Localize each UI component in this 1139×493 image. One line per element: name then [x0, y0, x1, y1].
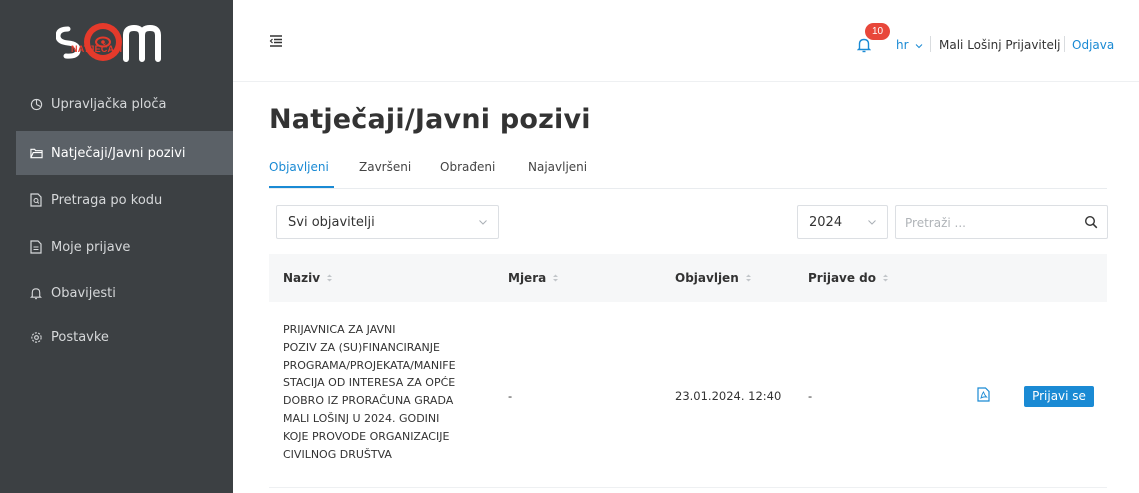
- tab-announced[interactable]: Najavljeni: [528, 160, 587, 174]
- divider: [1064, 36, 1065, 52]
- tab-bar: Objavljeni Završeni Obrađeni Najavljeni: [269, 157, 1107, 189]
- sort-icon: [883, 274, 889, 282]
- sort-icon: [327, 274, 333, 282]
- search-icon[interactable]: [1084, 215, 1098, 229]
- sort-icon: [553, 274, 559, 282]
- tab-processed[interactable]: Obrađeni: [440, 160, 495, 174]
- notification-bell-icon[interactable]: [857, 37, 871, 53]
- sidebar-item-dashboard[interactable]: Upravljačka ploča: [0, 82, 233, 126]
- tab-published[interactable]: Objavljeni: [269, 160, 329, 174]
- chevron-down-icon: [479, 220, 487, 225]
- publisher-select-value: Svi objavitelji: [288, 215, 375, 230]
- sidebar-item-label: Moje prijave: [51, 239, 131, 255]
- tender-name[interactable]: PRIJAVNICA ZA JAVNI POZIV ZA (SU)FINANCI…: [283, 321, 483, 463]
- sidebar-item-label: Pretraga po kodu: [51, 192, 163, 208]
- column-label: Objavljen: [675, 271, 739, 285]
- tender-name-line: DOBRO IZ PRORAČUNA GRADA: [283, 394, 454, 408]
- column-header-name[interactable]: Naziv: [283, 271, 333, 285]
- user-name: Mali Lošinj Prijavitelj: [939, 38, 1061, 52]
- language-selector[interactable]: hr: [896, 38, 923, 52]
- tender-name-line: MALI LOŠINJ U 2024. GODINI: [283, 411, 440, 425]
- sidebar-item-label: Obavijesti: [51, 285, 116, 301]
- top-bar: 10 hr Mali Lošinj Prijavitelj Odjava: [233, 0, 1139, 82]
- sidebar-item-settings[interactable]: Postavke: [0, 315, 233, 359]
- sidebar-item-label: Postavke: [51, 329, 109, 345]
- sidebar-item-label: Upravljačka ploča: [51, 96, 167, 112]
- tender-name-line: KOJE PROVODE ORGANIZACIJE: [283, 429, 450, 443]
- sidebar-item-code-search[interactable]: Pretraga po kodu: [0, 178, 233, 222]
- folder-icon: [29, 146, 43, 160]
- divider: [930, 36, 931, 52]
- sidebar: NATJEČAJI Upravljačka ploča Natječaji/Ja…: [0, 0, 233, 493]
- logo-text: NATJEČAJI: [71, 44, 123, 54]
- tender-name-line: POZIV ZA (SU)FINANCIRANJE: [283, 340, 440, 354]
- bell-icon: [29, 286, 43, 300]
- document-icon: [29, 240, 43, 254]
- chevron-down-icon: [916, 44, 923, 49]
- search-box: [895, 205, 1108, 239]
- apply-button[interactable]: Prijavi se: [1024, 386, 1094, 407]
- gear-icon: [29, 330, 43, 344]
- document-search-icon: [29, 193, 43, 207]
- page-title: Natječaji/Javni pozivi: [269, 104, 591, 135]
- sidebar-item-my-applications[interactable]: Moje prijave: [0, 225, 233, 269]
- chevron-down-icon: [868, 220, 876, 225]
- year-select[interactable]: 2024: [797, 205, 888, 239]
- table-row: PRIJAVNICA ZA JAVNI POZIV ZA (SU)FINANCI…: [269, 302, 1107, 488]
- sidebar-item-label: Natječaji/Javni pozivi: [51, 145, 186, 161]
- sort-icon: [745, 274, 751, 282]
- column-label: Naziv: [283, 271, 321, 285]
- language-label: hr: [896, 38, 909, 52]
- publisher-select[interactable]: Svi objavitelji: [276, 205, 499, 239]
- active-tab-indicator: [269, 186, 334, 188]
- search-input[interactable]: [905, 213, 1075, 233]
- tender-name-line: STACIJA OD INTERESA ZA OPĆE: [283, 376, 456, 390]
- column-header-deadline[interactable]: Prijave do: [808, 271, 889, 285]
- tender-name-line: CIVILNOG DRUŠTVA: [283, 447, 392, 461]
- deadline-cell: -: [808, 389, 813, 403]
- sidebar-item-notifications[interactable]: Obavijesti: [0, 271, 233, 315]
- column-label: Prijave do: [808, 271, 877, 285]
- sidebar-item-tenders[interactable]: Natječaji/Javni pozivi: [16, 131, 233, 175]
- published-cell: 23.01.2024. 12:40: [675, 389, 782, 403]
- dashboard-icon: [29, 97, 43, 111]
- logo-area[interactable]: NATJEČAJI: [0, 0, 233, 82]
- measure-cell: -: [508, 389, 513, 403]
- logout-link[interactable]: Odjava: [1072, 38, 1114, 52]
- notification-badge: 10: [865, 23, 890, 40]
- pdf-icon[interactable]: [977, 387, 990, 402]
- tender-name-line: PROGRAMA/PROJEKATA/MANIFE: [283, 358, 456, 372]
- column-header-published[interactable]: Objavljen: [675, 271, 752, 285]
- menu-collapse-icon[interactable]: [269, 34, 283, 48]
- tab-finished[interactable]: Završeni: [359, 160, 411, 174]
- table-header: Naziv Mjera Objavljen Prijave do: [269, 254, 1107, 302]
- tender-name-line: PRIJAVNICA ZA JAVNI: [283, 323, 396, 336]
- year-select-value: 2024: [809, 215, 843, 230]
- column-header-measure[interactable]: Mjera: [508, 271, 559, 285]
- som-logo: [56, 23, 161, 62]
- column-label: Mjera: [508, 271, 547, 285]
